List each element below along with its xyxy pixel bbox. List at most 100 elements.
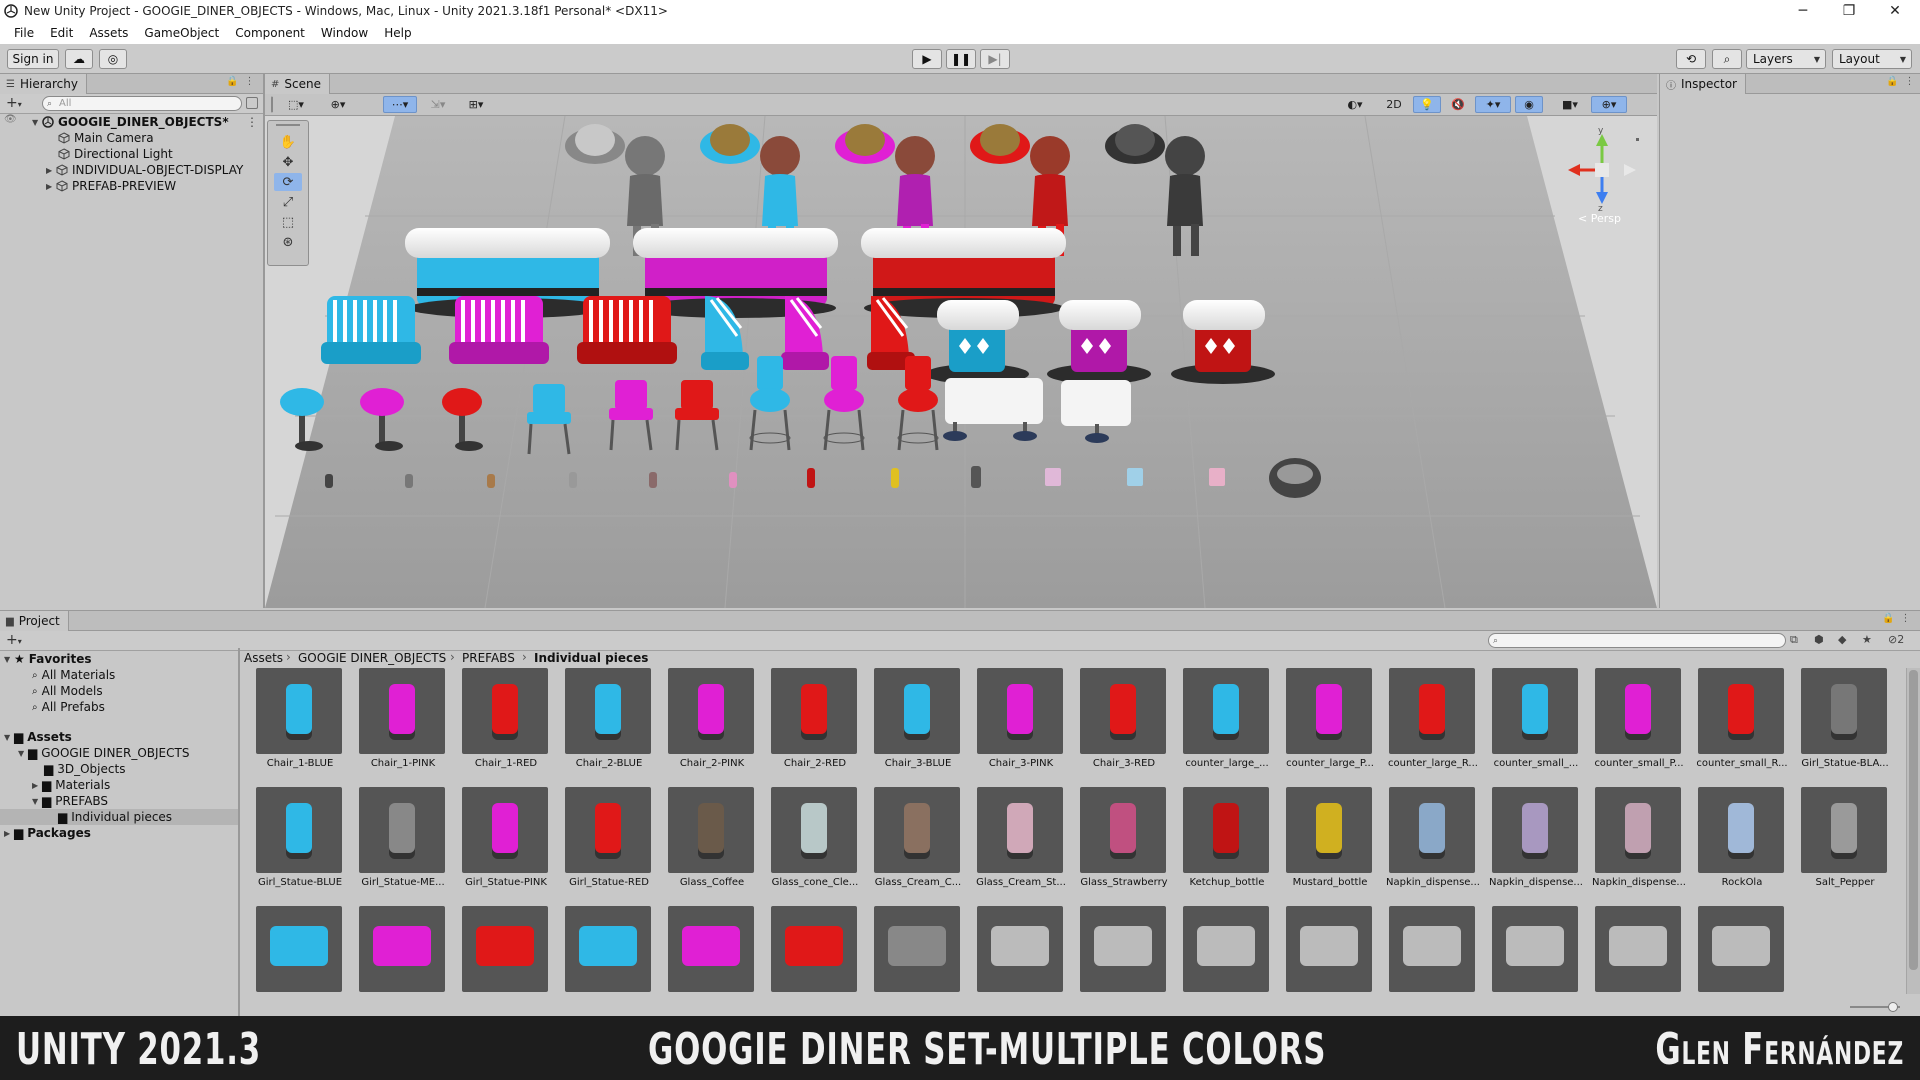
asset-item[interactable]: Salt_Pepper	[1797, 787, 1889, 899]
asset-item[interactable]: Glass_cone_Cle...	[767, 787, 859, 899]
asset-item[interactable]: Girl_Statue-PINK	[458, 787, 550, 899]
gizmos-dropdown[interactable]: ⊕▾	[1591, 96, 1627, 113]
shading-mode-dropdown[interactable]: ◐▾	[1335, 96, 1375, 113]
folder-materials[interactable]: ▶ ▆ Materials	[32, 777, 110, 793]
search-filter-button[interactable]	[246, 97, 258, 109]
create-add-button[interactable]: +▾	[6, 95, 22, 111]
tab-hierarchy[interactable]: ☰ Hierarchy	[0, 74, 87, 94]
sign-in-button[interactable]: Sign in	[7, 49, 59, 69]
asset-item[interactable]: Napkin_dispense...	[1488, 787, 1583, 899]
asset-item[interactable]	[561, 906, 653, 1004]
asset-item[interactable]: Glass_Cream_C...	[870, 787, 962, 899]
asset-item[interactable]	[664, 906, 756, 1004]
project-search-input[interactable]: ⌕	[1488, 633, 1786, 648]
transform-tool-button[interactable]: ⊛	[274, 233, 302, 251]
projection-label[interactable]: < Persp	[1578, 212, 1621, 225]
asset-item[interactable]: Chair_3-RED	[1076, 668, 1168, 780]
expand-arrow-icon[interactable]: ▶	[46, 182, 56, 191]
favorites-section[interactable]: ▼ ★ Favorites	[4, 651, 91, 667]
play-button[interactable]: ▶	[912, 49, 942, 69]
menu-assets[interactable]: Assets	[81, 26, 136, 40]
panel-lock-icon[interactable]: 🔒⋮	[1886, 76, 1920, 87]
audio-toggle[interactable]: 🔇	[1445, 96, 1471, 113]
history-button[interactable]: ⟲	[1676, 49, 1706, 69]
search-button[interactable]: ⌕	[1712, 49, 1742, 69]
search-by-label-button[interactable]: ⬢	[1814, 633, 1824, 646]
maximize-button[interactable]: ❐	[1826, 0, 1872, 22]
asset-item[interactable]	[1179, 906, 1271, 1004]
asset-item[interactable]	[458, 906, 550, 1004]
asset-item[interactable]: Chair_2-PINK	[664, 668, 756, 780]
2d-toggle[interactable]: 2D	[1379, 96, 1409, 113]
breadcrumb-prefabs[interactable]: PREFABS	[462, 651, 515, 665]
close-button[interactable]: ✕	[1872, 0, 1918, 22]
tab-project[interactable]: ▆ Project	[0, 611, 69, 631]
asset-item[interactable]: counter_small_...	[1488, 668, 1580, 780]
asset-item[interactable]	[870, 906, 962, 1004]
scene-root-item[interactable]: ▼ GOOGIE_DINER_OBJECTS* ⋮	[32, 114, 262, 130]
breadcrumb-assets[interactable]: Assets	[244, 651, 283, 665]
scrollbar-thumb[interactable]	[1909, 670, 1918, 970]
camera-dropdown[interactable]: ■▾	[1553, 96, 1587, 113]
asset-item[interactable]: counter_large_...	[1179, 668, 1271, 780]
hierarchy-search-input[interactable]: ⌕ All	[42, 96, 242, 111]
lighting-toggle[interactable]: 💡	[1413, 96, 1441, 113]
folder-3d-objects[interactable]: ▆ 3D_Objects	[44, 761, 125, 777]
pause-button[interactable]: ❚❚	[946, 49, 976, 69]
asset-item[interactable]: Ketchup_bottle	[1179, 787, 1271, 899]
grid-snapping-toggle[interactable]: ⋯▾	[383, 96, 417, 113]
expand-arrow-icon[interactable]: ▼	[4, 655, 14, 664]
hand-tool-button[interactable]: ✋	[274, 133, 302, 151]
panel-lock-icon[interactable]: 🔒⋮	[1882, 613, 1916, 624]
scene-viewport[interactable]	[265, 116, 1657, 608]
draw-mode-dropdown[interactable]: ⬚▾	[281, 96, 311, 113]
expand-arrow-icon[interactable]: ▼	[4, 733, 14, 742]
asset-item[interactable]: Girl_Statue-BLA...	[1797, 668, 1889, 780]
expand-arrow-icon[interactable]: ▼	[18, 749, 28, 758]
asset-item[interactable]: Glass_Cream_St...	[973, 787, 1066, 899]
asset-item[interactable]: Girl_Statue-ME...	[355, 787, 447, 899]
asset-item[interactable]	[1076, 906, 1168, 1004]
create-add-button[interactable]: +▾	[6, 632, 22, 648]
expand-arrow-icon[interactable]: ▶	[4, 829, 14, 838]
panel-lock-icon[interactable]: 🔒⋮	[226, 76, 260, 87]
menu-file[interactable]: File	[6, 26, 42, 40]
favorite-all-models[interactable]: ⌕ All Models	[32, 683, 103, 699]
asset-item[interactable]: Chair_2-RED	[767, 668, 859, 780]
asset-item[interactable]: counter_small_R...	[1694, 668, 1788, 780]
hierarchy-item-directional-light[interactable]: Directional Light	[58, 146, 173, 162]
asset-item[interactable]: Chair_1-PINK	[355, 668, 447, 780]
asset-item[interactable]	[1488, 906, 1580, 1004]
folder-prefabs[interactable]: ▼ ▆ PREFABS	[32, 793, 108, 809]
asset-item[interactable]	[252, 906, 344, 1004]
step-button[interactable]: ▶|	[980, 49, 1010, 69]
expand-arrow-icon[interactable]: ▼	[32, 118, 42, 127]
asset-item[interactable]: Napkin_dispense...	[1385, 787, 1480, 899]
cloud-button[interactable]: ☁	[65, 49, 93, 69]
expand-arrow-icon[interactable]: ▶	[46, 166, 56, 175]
search-by-type-button[interactable]: ⧉	[1790, 633, 1798, 647]
asset-item[interactable]	[1282, 906, 1374, 1004]
asset-item[interactable]: Girl_Statue-RED	[561, 787, 653, 899]
breadcrumb-googie[interactable]: GOOGIE DINER_OBJECTS	[298, 651, 446, 665]
asset-item[interactable]: counter_large_R...	[1385, 668, 1478, 780]
tab-scene[interactable]: # Scene	[265, 74, 330, 94]
hidden-objects-toggle[interactable]: ◉	[1515, 96, 1543, 113]
assets-section[interactable]: ▼ ▆ Assets	[4, 729, 72, 745]
favorite-star-icon[interactable]: ★	[1862, 633, 1872, 646]
asset-item[interactable]: Mustard_bottle	[1282, 787, 1374, 899]
asset-item[interactable]: Glass_Coffee	[664, 787, 756, 899]
effects-dropdown[interactable]: ✦▾	[1475, 96, 1511, 113]
global-local-dropdown[interactable]: ⊕▾	[323, 96, 353, 113]
expand-arrow-icon[interactable]: ▶	[32, 781, 42, 790]
asset-item[interactable]: Glass_Strawberry	[1076, 787, 1168, 899]
hidden-packages-toggle[interactable]: ⊘2	[1888, 633, 1904, 646]
increment-snap-dropdown[interactable]: ⇲▾	[423, 96, 453, 113]
packages-section[interactable]: ▶ ▆ Packages	[4, 825, 91, 841]
menu-help[interactable]: Help	[376, 26, 419, 40]
asset-item[interactable]: Chair_1-BLUE	[252, 668, 344, 780]
layers-dropdown[interactable]: Layers ▼	[1746, 49, 1826, 69]
asset-item[interactable]	[1385, 906, 1477, 1004]
asset-item[interactable]	[1591, 906, 1683, 1004]
breadcrumb-individual-pieces[interactable]: Individual pieces	[534, 651, 648, 665]
